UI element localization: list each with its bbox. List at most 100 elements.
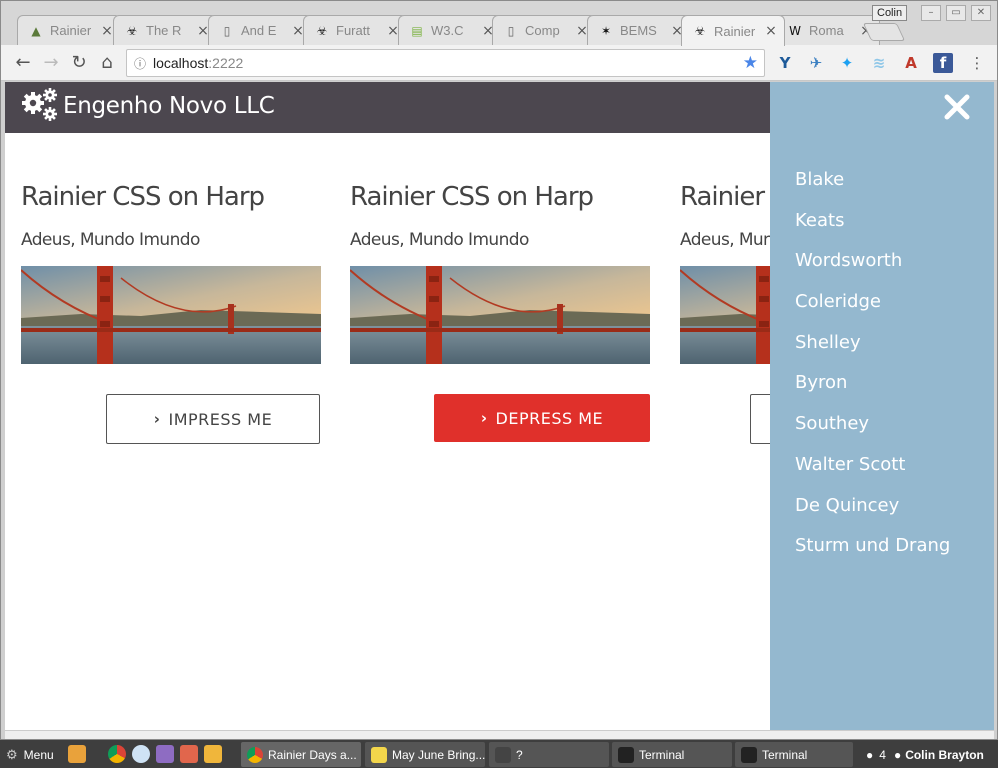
profile-button[interactable]: Colin <box>872 5 908 21</box>
stripes-extension-icon[interactable]: ≋ <box>869 53 889 73</box>
browser-tab[interactable]: ☣ Rainier × <box>681 15 785 46</box>
tab-title: Rainier <box>50 23 92 38</box>
taskbar-window[interactable]: Terminal <box>612 742 732 767</box>
panel-menu-item[interactable]: Walter Scott <box>795 453 950 494</box>
taskbar-window[interactable]: ? <box>489 742 609 767</box>
content-card: Rainier CSS on Harp Adeus, Mundo Imundo <box>20 182 321 364</box>
panel-menu-item[interactable]: Keats <box>795 209 950 250</box>
card-subtitle: Adeus, Mundo Imundo <box>350 230 529 250</box>
launcher-editor-icon[interactable] <box>156 745 174 763</box>
chrome-icon <box>247 746 263 763</box>
card-title: Rainier CSS on Harp <box>350 182 594 212</box>
launcher-files-icon[interactable] <box>68 745 86 763</box>
app-icon <box>495 746 511 763</box>
back-button[interactable]: ← <box>11 51 35 75</box>
address-bar[interactable]: ⓘ localhost:2222 ★ <box>126 49 765 77</box>
user-name[interactable]: Colin Brayton <box>905 748 984 762</box>
content-card: Rainier CSS on Harp Adeus, Mundo Imundo <box>349 182 650 364</box>
gears-icon <box>22 88 57 121</box>
bridge-photo <box>20 266 321 364</box>
browser-tab[interactable]: ▤ W3.C × <box>398 15 502 45</box>
button-label: DEPRESS ME <box>495 408 604 428</box>
browser-tab[interactable]: ☣ Furatt × <box>303 15 407 45</box>
bird-extension-icon[interactable]: ✈ <box>806 53 826 73</box>
browser-window: ▲ Rainier × ☣ The R × ▯ And E × ☣ Furatt × ▤ W3.C × ▯ Co… <box>0 0 998 740</box>
card-subtitle: Adeus, Mundo Imundo <box>21 230 200 250</box>
taskbar-window[interactable]: Terminal <box>735 742 853 767</box>
biohazard-icon: ☣ <box>126 23 138 38</box>
maximize-button[interactable]: ▭ <box>946 5 966 21</box>
facebook-extension-icon[interactable]: f <box>933 53 953 73</box>
user-icon: ● <box>893 747 902 762</box>
status-strip <box>5 730 994 739</box>
twitter-extension-icon[interactable]: ✦ <box>837 53 857 73</box>
brand[interactable]: Engenho Novo LLC <box>19 86 275 126</box>
address-port: :2222 <box>208 55 244 71</box>
wikipedia-icon: W <box>789 23 801 38</box>
launcher-chrome-icon[interactable] <box>108 745 126 763</box>
browser-menu-icon[interactable]: ⋮ <box>967 53 987 73</box>
yandex-extension-icon[interactable]: Y <box>775 53 795 73</box>
taskbar-menu-label: Menu <box>23 747 54 762</box>
offcanvas-panel: Blake Keats Wordsworth Coleridge Shelley Byro… <box>770 82 994 730</box>
alert-icon[interactable]: ● <box>866 748 873 762</box>
close-window-button[interactable]: ✕ <box>971 5 991 21</box>
panel-menu: Blake Keats Wordsworth Coleridge Shelley Byro… <box>795 168 950 575</box>
reload-button[interactable]: ↻ <box>67 51 91 75</box>
brand-name: Engenho Novo LLC <box>63 93 275 119</box>
depress-me-button[interactable]: › DEPRESS ME <box>434 394 650 442</box>
new-tab-button[interactable] <box>862 23 906 41</box>
panel-menu-item[interactable]: Wordsworth <box>795 249 950 290</box>
address-host: localhost <box>153 55 209 71</box>
launcher-folder-icon[interactable] <box>204 745 222 763</box>
browser-tab[interactable]: ☣ The R × <box>113 15 217 45</box>
taskbar-window-label: ? <box>516 747 523 762</box>
tray: ● 4 ● Colin Brayton <box>860 742 990 767</box>
tab-title: The R <box>146 23 182 38</box>
forward-button[interactable]: → <box>39 51 63 75</box>
button-label: IMPRESS ME <box>168 409 273 429</box>
biohazard-icon: ☣ <box>316 23 328 38</box>
taskbar-window[interactable]: May June Bring... <box>365 742 485 767</box>
minimize-button[interactable]: – <box>921 5 941 21</box>
chevron-right-icon: › <box>153 410 161 428</box>
panel-menu-item[interactable]: Coleridge <box>795 290 950 331</box>
panel-menu-item[interactable]: De Quincey <box>795 494 950 535</box>
launcher-weather-icon[interactable] <box>132 745 150 763</box>
panel-menu-item[interactable]: Southey <box>795 412 950 453</box>
w3c-icon: ▤ <box>411 23 423 38</box>
browser-tab[interactable]: WRoma× <box>776 15 880 45</box>
tab-title: And E <box>241 23 277 38</box>
bookmark-star-icon[interactable]: ★ <box>743 53 758 73</box>
tab-close-icon[interactable]: × <box>764 23 778 39</box>
taskbar-window-label: Terminal <box>639 747 685 762</box>
terminal-icon <box>741 746 757 763</box>
panel-menu-item[interactable]: Shelley <box>795 331 950 372</box>
browser-tab[interactable]: ▯ And E × <box>208 15 312 45</box>
taskbar-window[interactable]: Rainier Days a... <box>241 742 361 767</box>
tab-title: Roma <box>809 23 844 38</box>
card-title: Rainier CSS on Harp <box>21 182 265 212</box>
tab-close-icon[interactable]: × <box>100 23 114 39</box>
panel-menu-item[interactable]: Blake <box>795 168 950 209</box>
mountain-icon: ▲ <box>31 23 41 38</box>
panel-menu-item[interactable]: Byron <box>795 371 950 412</box>
taskbar-menu-button[interactable]: ⚙ Menu <box>0 742 60 767</box>
launcher-settings-icon[interactable] <box>180 745 198 763</box>
home-button[interactable]: ⌂ <box>95 51 119 75</box>
chevron-right-icon: › <box>480 409 488 427</box>
browser-tab[interactable]: ✶ BEMS × <box>587 15 691 45</box>
browser-tab[interactable]: ▲ Rainier × <box>17 15 121 45</box>
taskbar-window-label: May June Bring... <box>392 747 485 762</box>
taskbar-window-label: Terminal <box>762 747 808 762</box>
close-icon[interactable] <box>942 92 972 122</box>
font-a-extension-icon[interactable]: A <box>901 53 921 73</box>
terminal-icon <box>618 746 634 763</box>
taskbar-window-label: Rainier Days a... <box>268 747 357 762</box>
browser-tab[interactable]: ▯ Comp × <box>492 15 596 45</box>
impress-me-button[interactable]: › IMPRESS ME <box>106 394 320 444</box>
biohazard-icon: ☣ <box>694 24 706 38</box>
panel-menu-item[interactable]: Sturm und Drang <box>795 534 950 575</box>
tab-title: Furatt <box>336 23 370 38</box>
info-icon[interactable]: ⓘ <box>127 55 153 72</box>
